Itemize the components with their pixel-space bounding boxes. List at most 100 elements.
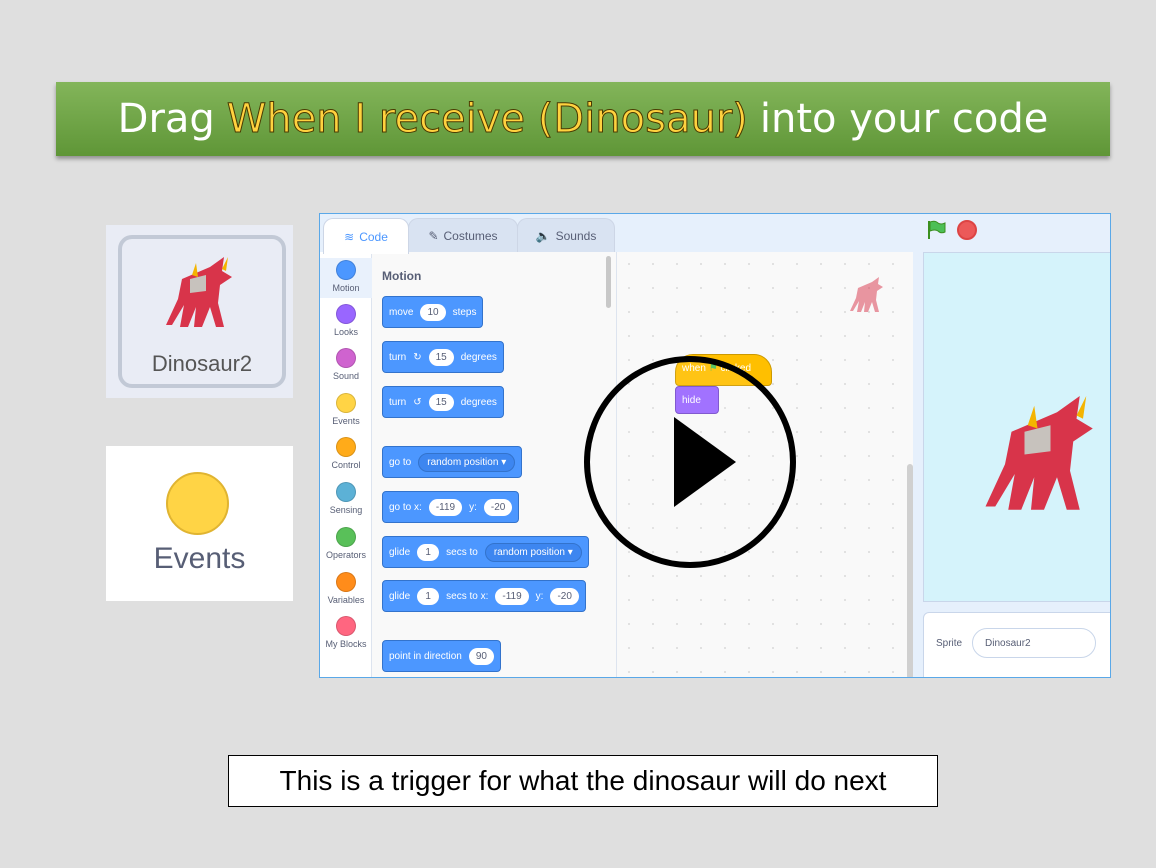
category-label: Operators [325,550,367,560]
sprite-label: Sprite [936,638,963,649]
green-flag-icon[interactable] [925,219,947,241]
tab-sounds-label: Sounds [555,228,597,243]
move-steps-block[interactable]: move 10 steps [382,296,484,328]
sprite-watermark-icon [850,277,883,312]
steps-input[interactable]: 10 [420,303,446,321]
category-operators[interactable]: Operators [320,527,372,560]
block-text: secs to x: [446,590,489,602]
caret-down-icon: ▾ [501,456,507,468]
category-label: Motion [332,283,360,293]
target-dropdown[interactable]: random position ▾ [484,542,582,562]
y-input[interactable]: -20 [550,587,579,605]
category-label: Looks [333,327,359,337]
category-events[interactable]: Events [320,393,372,426]
block-text: glide [389,590,411,602]
category-label: Events [332,416,360,426]
category-list: Motion Looks Sound Events Control Sensin… [320,252,372,677]
sensing-dot-icon [336,482,356,502]
events-label: Events [153,542,246,575]
block-text: move [389,306,414,318]
block-text: y: [535,590,544,602]
operators-dot-icon [336,527,356,547]
block-text: glide [389,546,411,558]
degrees-input[interactable]: 15 [428,393,454,411]
motion-dot-icon [336,260,356,280]
block-palette: Motion move 10 steps turn ↻ 15 degrees t… [372,252,617,677]
play-video-button[interactable] [584,356,796,568]
target-dropdown[interactable]: random position ▾ [418,452,516,472]
sprite-thumbnail-card: Dinosaur2 [106,225,293,398]
glide-block[interactable]: glide 1 secs to random position ▾ [382,536,589,568]
editor-tabs: ≋ Code ✎ Costumes 🔈 Sounds [320,214,620,254]
tab-costumes[interactable]: ✎ Costumes [408,218,518,252]
workspace-scrollbar[interactable] [907,464,913,677]
direction-input[interactable]: 90 [468,647,494,665]
tab-code[interactable]: ≋ Code [323,218,409,254]
x-input[interactable]: -119 [428,498,463,516]
point-direction-block[interactable]: point in direction 90 [382,640,501,672]
block-text: point in direction [389,650,462,662]
brush-icon: ✎ [428,228,439,243]
rotate-left-icon: ↺ [413,396,422,408]
banner-highlight: When I receive (Dinosaur) [226,96,748,143]
degrees-input[interactable]: 15 [428,348,454,366]
my-blocks-dot-icon [336,616,356,636]
category-label: Sensing [329,505,363,515]
y-input[interactable]: -20 [483,498,513,516]
turn-left-block[interactable]: turn ↺ 15 degrees [382,386,504,418]
block-text: steps [452,306,477,318]
palette-scrollbar[interactable] [606,256,611,308]
go-to-block[interactable]: go to random position ▾ [382,446,523,478]
x-input[interactable]: -119 [495,587,529,605]
caret-down-icon: ▾ [567,546,573,558]
dinosaur-stage-sprite [985,396,1093,510]
block-text: degrees [460,396,497,408]
category-label: Sound [332,371,360,381]
secs-input[interactable]: 1 [417,587,440,605]
banner-suffix: into your code [759,96,1049,142]
tab-sounds[interactable]: 🔈 Sounds [517,218,615,252]
block-text: go to x: [389,501,422,513]
category-sensing[interactable]: Sensing [320,482,372,515]
variables-dot-icon [336,572,356,592]
caption-box: This is a trigger for what the dinosaur … [228,755,938,807]
events-dot-icon [336,393,356,413]
category-label: Control [331,460,361,470]
control-dot-icon [336,437,356,457]
block-text: turn [389,396,407,408]
events-category-card: Events [106,446,293,601]
turn-right-block[interactable]: turn ↻ 15 degrees [382,341,504,373]
tab-costumes-label: Costumes [443,228,498,243]
code-icon: ≋ [344,229,355,244]
sprite-name-input[interactable]: Dinosaur2 [972,628,1096,658]
go-to-xy-block[interactable]: go to x: -119 y: -20 [382,491,520,523]
block-text: turn [389,351,407,363]
looks-dot-icon [336,304,356,324]
sound-dot-icon [336,348,356,368]
banner-prefix: Drag [117,96,215,142]
block-text: y: [469,501,477,513]
category-control[interactable]: Control [320,437,372,470]
category-label: My Blocks [325,639,367,649]
stage[interactable] [923,252,1110,602]
category-label: Variables [327,595,365,605]
category-motion[interactable]: Motion [320,258,372,298]
block-text: go to [389,456,412,468]
dinosaur-sprite-icon [166,257,232,327]
category-variables[interactable]: Variables [320,572,372,605]
stop-icon[interactable] [957,220,977,240]
play-icon [674,417,736,507]
events-dot-icon[interactable] [166,472,229,535]
sprite-thumbnail[interactable]: Dinosaur2 [118,235,286,388]
block-text: degrees [460,351,497,363]
instruction-banner: Drag When I receive (Dinosaur) into your… [56,82,1110,156]
glide-xy-block[interactable]: glide 1 secs to x: -119 y: -20 [382,580,586,612]
dropdown-value: random position [427,456,499,468]
category-looks[interactable]: Looks [320,304,372,337]
category-sound[interactable]: Sound [320,348,372,381]
secs-input[interactable]: 1 [417,543,440,561]
sprite-name: Dinosaur2 [151,351,253,376]
category-my-blocks[interactable]: My Blocks [320,616,372,649]
palette-title: Motion [382,269,422,283]
sprite-info-pane: Sprite Dinosaur2 [923,612,1110,677]
